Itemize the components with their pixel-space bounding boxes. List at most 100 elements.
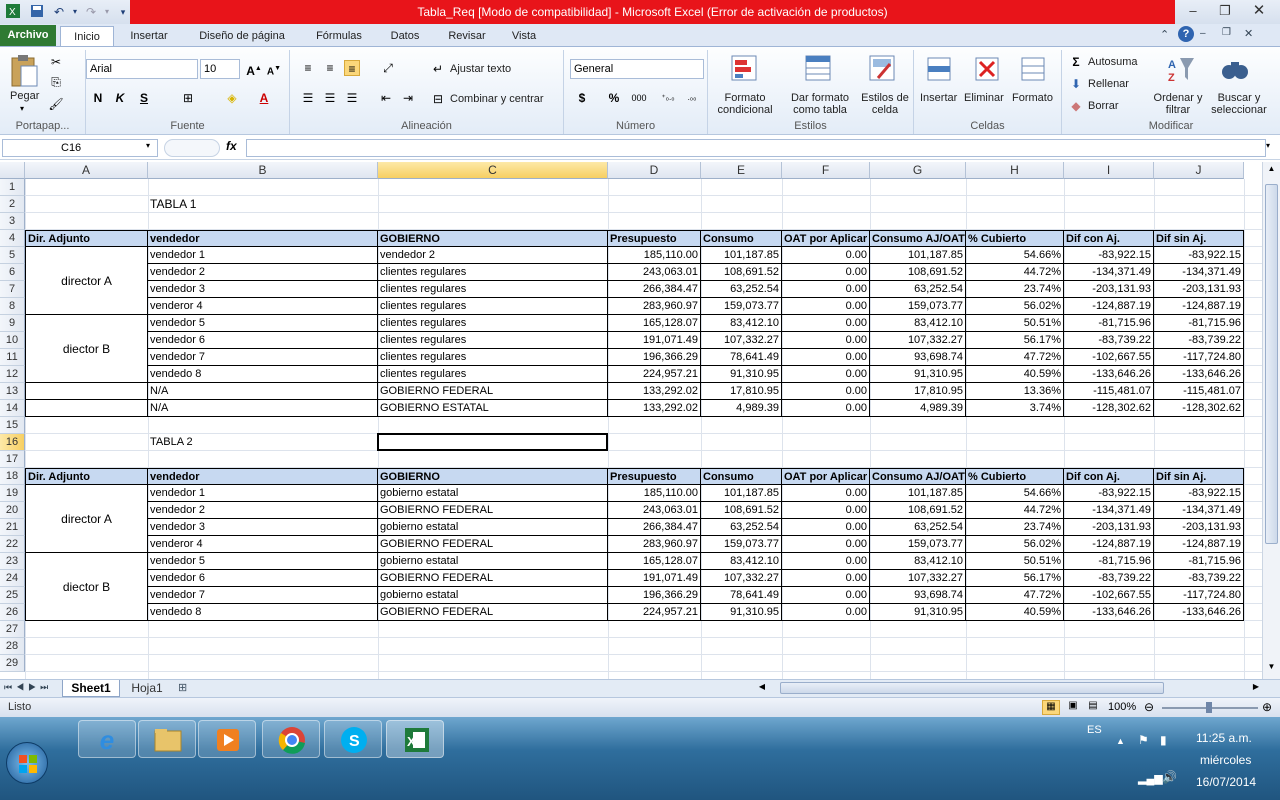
selected-cell-c16[interactable] bbox=[377, 433, 608, 451]
header-cell[interactable]: Dif con Aj. bbox=[1064, 230, 1154, 247]
table-cell[interactable]: -134,371.49 bbox=[1064, 264, 1154, 281]
page-break-view-icon[interactable]: ▤ bbox=[1084, 700, 1102, 715]
table-cell[interactable]: 63,252.54 bbox=[870, 281, 966, 298]
scroll-up-icon[interactable]: ▲ bbox=[1264, 164, 1279, 178]
table-cell[interactable]: 0.00 bbox=[782, 247, 870, 264]
table-cell[interactable]: 101,187.85 bbox=[701, 485, 782, 502]
table-cell[interactable]: 83,412.10 bbox=[870, 315, 966, 332]
name-box-dropdown-icon[interactable]: ▾ bbox=[146, 141, 150, 150]
header-cell[interactable]: Consumo bbox=[701, 230, 782, 247]
taskbar-skype-icon[interactable]: S bbox=[324, 720, 382, 758]
percent-icon[interactable]: % bbox=[606, 90, 622, 106]
table-cell[interactable]: -117,724.80 bbox=[1154, 349, 1244, 366]
director-merged-cell[interactable]: diector B bbox=[25, 553, 148, 621]
table-cell[interactable]: -115,481.07 bbox=[1154, 383, 1244, 400]
sheet-tab-sheet1[interactable]: Sheet1 bbox=[62, 680, 120, 697]
normal-view-icon[interactable]: ▦ bbox=[1042, 700, 1060, 715]
paste-dropdown-icon[interactable]: ▾ bbox=[20, 104, 24, 113]
table-cell[interactable]: 185,110.00 bbox=[608, 485, 701, 502]
table-cell[interactable]: vendedor 7 bbox=[148, 587, 378, 604]
table-cell[interactable]: vendedor 6 bbox=[148, 570, 378, 587]
table-cell[interactable]: 91,310.95 bbox=[870, 604, 966, 621]
table-cell[interactable]: clientes regulares bbox=[378, 281, 608, 298]
table-cell[interactable]: 185,110.00 bbox=[608, 247, 701, 264]
table-cell[interactable]: 44.72% bbox=[966, 264, 1064, 281]
table-cell[interactable]: -124,887.19 bbox=[1064, 298, 1154, 315]
align-bottom-icon[interactable]: ≡ bbox=[344, 60, 360, 76]
table-cell[interactable]: 0.00 bbox=[782, 298, 870, 315]
table-cell[interactable]: 93,698.74 bbox=[870, 349, 966, 366]
delete-cells-button[interactable]: Eliminar bbox=[964, 92, 1004, 104]
table-cell[interactable]: -203,131.93 bbox=[1154, 519, 1244, 536]
table-cell[interactable]: 40.59% bbox=[966, 366, 1064, 383]
table-cell[interactable]: 108,691.52 bbox=[701, 264, 782, 281]
font-name-combo[interactable]: Arial bbox=[86, 59, 198, 79]
row-header-3[interactable]: 3 bbox=[0, 213, 25, 230]
table-cell[interactable]: -133,646.26 bbox=[1064, 366, 1154, 383]
row-header-5[interactable]: 5 bbox=[0, 247, 25, 264]
underline-icon[interactable]: S bbox=[136, 90, 152, 106]
table-cell[interactable]: -83,739.22 bbox=[1064, 332, 1154, 349]
table-cell[interactable]: vendedor 6 bbox=[148, 332, 378, 349]
table-cell[interactable]: 83,412.10 bbox=[701, 553, 782, 570]
table-cell[interactable]: clientes regulares bbox=[378, 366, 608, 383]
row-header-22[interactable]: 22 bbox=[0, 536, 25, 553]
table-cell[interactable]: -133,646.26 bbox=[1154, 604, 1244, 621]
table-cell[interactable]: 54.66% bbox=[966, 485, 1064, 502]
table-cell[interactable]: -134,371.49 bbox=[1154, 502, 1244, 519]
table-cell[interactable]: 108,691.52 bbox=[701, 502, 782, 519]
table-cell[interactable]: 40.59% bbox=[966, 604, 1064, 621]
header-cell[interactable]: vendedor bbox=[148, 468, 378, 485]
table-cell[interactable]: -203,131.93 bbox=[1154, 281, 1244, 298]
table-cell[interactable]: 17,810.95 bbox=[701, 383, 782, 400]
table-cell[interactable]: 133,292.02 bbox=[608, 400, 701, 417]
taskbar-ie-icon[interactable]: e bbox=[78, 720, 136, 758]
table-cell[interactable]: -128,302.62 bbox=[1154, 400, 1244, 417]
table-cell[interactable]: 0.00 bbox=[782, 519, 870, 536]
table-cell[interactable]: vendedo 8 bbox=[148, 604, 378, 621]
table-cell[interactable]: gobierno estatal bbox=[378, 485, 608, 502]
ribbon-minimize-icon[interactable]: ⌃ bbox=[1160, 28, 1169, 41]
table-cell[interactable]: 13.36% bbox=[966, 383, 1064, 400]
table-cell[interactable]: -115,481.07 bbox=[1064, 383, 1154, 400]
tab-revisar[interactable]: Revisar bbox=[442, 26, 492, 47]
row-header-20[interactable]: 20 bbox=[0, 502, 25, 519]
thousands-icon[interactable]: 000 bbox=[628, 90, 650, 106]
table-cell[interactable]: -81,715.96 bbox=[1154, 553, 1244, 570]
table-cell[interactable]: -81,715.96 bbox=[1064, 553, 1154, 570]
table-cell[interactable]: 159,073.77 bbox=[870, 536, 966, 553]
action-center-icon[interactable]: ⚑ bbox=[1138, 733, 1149, 747]
director-merged-cell[interactable]: director A bbox=[25, 247, 148, 315]
row-header-1[interactable]: 1 bbox=[0, 179, 25, 196]
table-cell[interactable]: 196,366.29 bbox=[608, 349, 701, 366]
table-cell[interactable]: venderor 4 bbox=[148, 298, 378, 315]
row-header-17[interactable]: 17 bbox=[0, 451, 25, 468]
table-cell[interactable]: 101,187.85 bbox=[701, 247, 782, 264]
table-cell[interactable]: GOBIERNO FEDERAL bbox=[378, 502, 608, 519]
table-cell[interactable]: vendedor 5 bbox=[148, 553, 378, 570]
table-cell[interactable]: 63,252.54 bbox=[701, 281, 782, 298]
table-cell[interactable]: 0.00 bbox=[782, 349, 870, 366]
header-cell[interactable]: % Cubierto bbox=[966, 230, 1064, 247]
row-header-24[interactable]: 24 bbox=[0, 570, 25, 587]
table-cell[interactable]: 191,071.49 bbox=[608, 570, 701, 587]
table-cell[interactable]: gobierno estatal bbox=[378, 587, 608, 604]
font-color-icon[interactable]: A bbox=[256, 90, 272, 106]
row-header-8[interactable]: 8 bbox=[0, 298, 25, 315]
table-cell[interactable]: 191,071.49 bbox=[608, 332, 701, 349]
row-header-23[interactable]: 23 bbox=[0, 553, 25, 570]
wb-minimize-icon[interactable]: – bbox=[1200, 28, 1206, 39]
table-cell[interactable]: 283,960.97 bbox=[608, 536, 701, 553]
table-cell[interactable]: 56.02% bbox=[966, 298, 1064, 315]
paste-button[interactable]: Pegar bbox=[10, 90, 39, 102]
tab-archivo[interactable]: Archivo bbox=[0, 25, 56, 46]
table-cell[interactable]: 54.66% bbox=[966, 247, 1064, 264]
tab-datos[interactable]: Datos bbox=[384, 26, 426, 47]
row-header-18[interactable]: 18 bbox=[0, 468, 25, 485]
horizontal-scroll-thumb[interactable] bbox=[780, 682, 1164, 694]
table-cell[interactable]: 47.72% bbox=[966, 587, 1064, 604]
table-cell[interactable]: 0.00 bbox=[782, 366, 870, 383]
paste-icon[interactable] bbox=[8, 54, 40, 88]
table-cell[interactable]: -102,667.55 bbox=[1064, 349, 1154, 366]
column-header-f[interactable]: F bbox=[782, 162, 870, 179]
